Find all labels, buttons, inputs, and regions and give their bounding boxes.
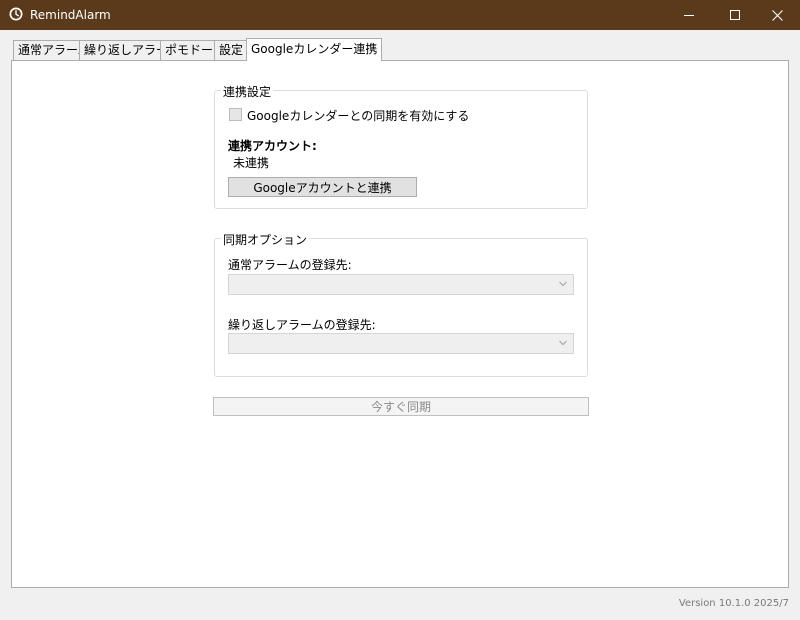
chevron-down-icon: [559, 340, 567, 346]
sync-options-legend: 同期オプション: [221, 231, 310, 248]
tab-settings[interactable]: 設定: [214, 40, 249, 60]
maximize-button[interactable]: [712, 0, 758, 30]
link-settings-group: 連携設定 Googleカレンダーとの同期を有効にする 連携アカウント: 未連携 …: [214, 83, 588, 209]
tab-google-calendar[interactable]: Googleカレンダー連携: [246, 38, 383, 61]
title-bar: RemindAlarm: [0, 0, 800, 30]
repeat-alarm-target-label: 繰り返しアラームの登録先:: [228, 318, 376, 332]
normal-alarm-target-label: 通常アラームの登録先:: [228, 258, 352, 272]
linked-account-value: 未連携: [233, 156, 270, 170]
normal-alarm-target-select[interactable]: [228, 274, 574, 295]
close-button[interactable]: [754, 0, 800, 30]
link-google-account-button[interactable]: Googleアカウントと連携: [228, 177, 417, 197]
minimize-icon: [684, 15, 694, 16]
sync-now-label: 今すぐ同期: [370, 400, 431, 414]
clock-icon: [9, 7, 23, 21]
minimize-button[interactable]: [666, 0, 712, 30]
repeat-alarm-target-select[interactable]: [228, 333, 574, 354]
sync-enable-checkbox[interactable]: [229, 108, 242, 121]
link-settings-legend: 連携設定: [221, 83, 274, 100]
sync-enable-label[interactable]: Googleカレンダーとの同期を有効にする: [247, 107, 469, 124]
chevron-down-icon: [559, 281, 567, 287]
sync-now-button[interactable]: 今すぐ同期: [213, 397, 589, 416]
version-label: Version 10.1.0 2025/7: [678, 598, 789, 609]
linked-account-label: 連携アカウント:: [228, 139, 317, 153]
close-icon: [771, 9, 783, 21]
tab-panel-google-calendar: 連携設定 Googleカレンダーとの同期を有効にする 連携アカウント: 未連携 …: [11, 60, 789, 588]
maximize-icon: [730, 10, 740, 20]
sync-options-group: 同期オプション 通常アラームの登録先: 繰り返しアラームの登録先:: [214, 231, 588, 377]
link-google-account-label: Googleアカウントと連携: [253, 180, 392, 195]
window-title: RemindAlarm: [30, 8, 111, 22]
